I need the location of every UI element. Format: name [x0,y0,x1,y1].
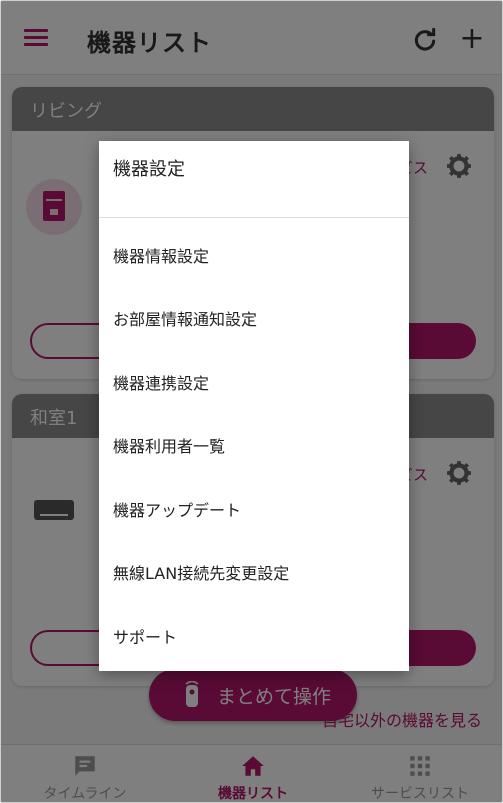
app-screen: 機器リスト + リビング ビス [0,0,503,803]
menu-item-room-notification[interactable]: お部屋情報通知設定 [99,292,409,342]
menu-item-device-update[interactable]: 機器アップデート [99,483,409,533]
divider [99,217,409,218]
menu-item-device-users[interactable]: 機器利用者一覧 [99,419,409,469]
menu-item-device-info[interactable]: 機器情報設定 [99,229,409,279]
dialog-title: 機器設定 [113,159,185,180]
device-settings-dialog: 機器設定 機器情報設定 お部屋情報通知設定 機器連携設定 機器利用者一覧 機器ア… [99,141,409,671]
menu-item-wifi-change[interactable]: 無線LAN接続先変更設定 [99,546,409,596]
menu-item-support[interactable]: サポート [99,610,409,660]
menu-item-device-link[interactable]: 機器連携設定 [99,356,409,406]
